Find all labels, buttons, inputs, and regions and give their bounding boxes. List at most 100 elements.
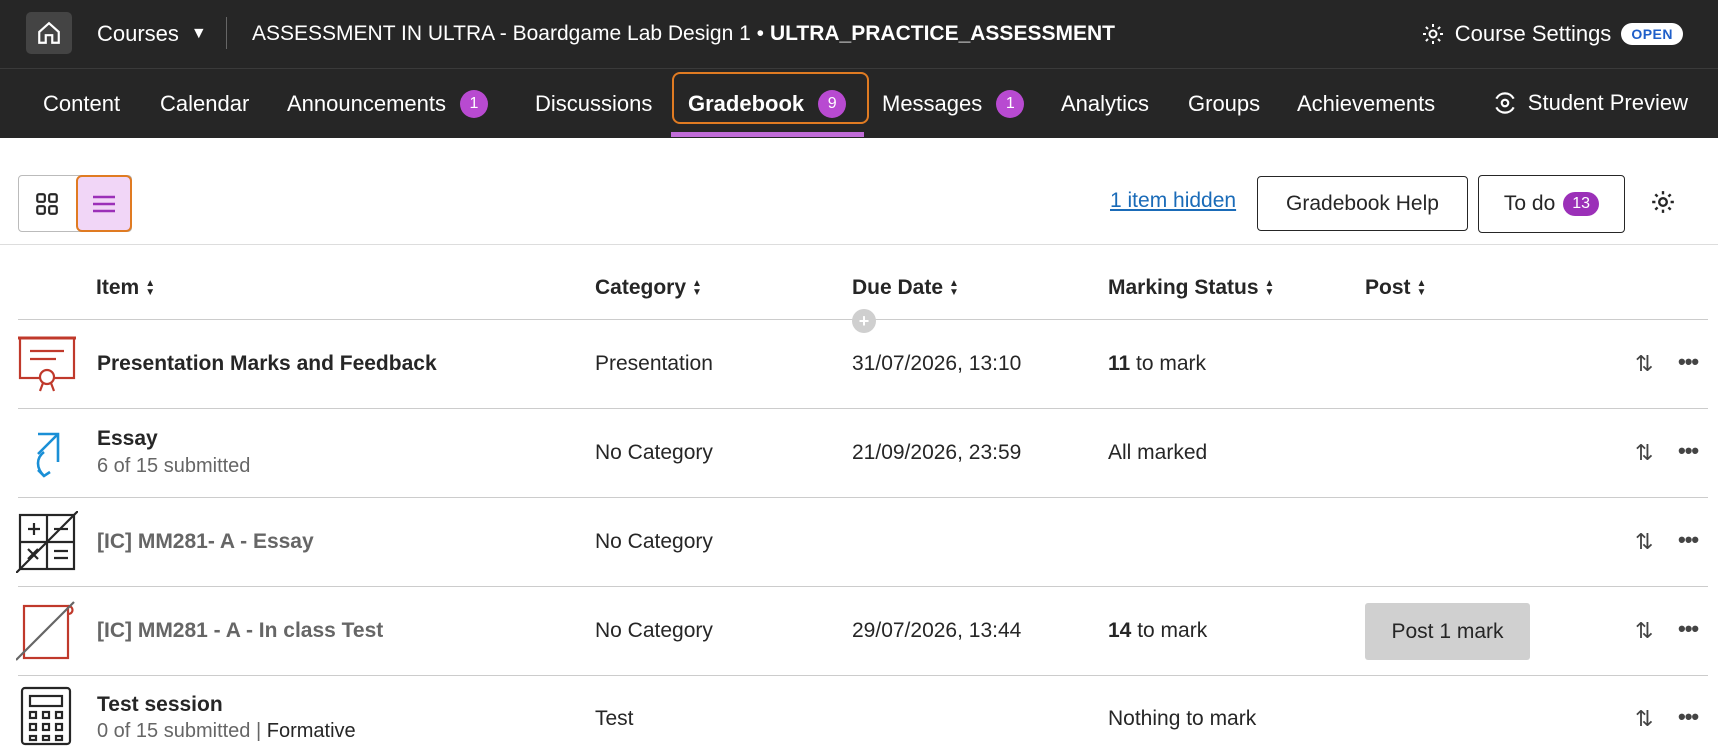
course-name: ASSESSMENT IN ULTRA - Boardgame Lab Desi… <box>252 22 764 45</box>
item-title[interactable]: [IC] MM281 - A - In class Test <box>97 619 383 643</box>
course-status-badge: OPEN <box>1621 23 1683 45</box>
grid-view-button[interactable] <box>20 177 74 230</box>
gradebook-help-button[interactable]: Gradebook Help <box>1257 176 1468 231</box>
item-category: No Category <box>595 441 713 464</box>
tab-label: Achievements <box>1297 91 1436 116</box>
announcements-count-badge: 1 <box>460 90 488 118</box>
sort-icon: ▲ ▼ <box>1416 278 1427 298</box>
reorder-icon[interactable]: ⇅ <box>1635 706 1653 732</box>
column-header-marking-status[interactable]: Marking Status ▲ ▼ <box>1108 276 1274 300</box>
header-label: Category <box>595 276 687 299</box>
post-marks-button[interactable]: Post 1 mark <box>1365 603 1530 660</box>
gradebook-settings-button[interactable] <box>1650 189 1676 220</box>
column-header-due-date[interactable]: Due Date ▲ ▼ <box>852 276 959 300</box>
sort-icon: ▲ ▼ <box>692 278 702 298</box>
grid-icon <box>36 192 58 215</box>
messages-count-badge: 1 <box>996 90 1025 118</box>
tab-label: Discussions <box>535 91 653 116</box>
calculation-icon <box>16 511 78 573</box>
separator: | <box>256 720 262 742</box>
divider <box>0 244 1718 245</box>
tab-calendar[interactable]: Calendar <box>160 69 249 139</box>
home-button[interactable] <box>26 12 72 54</box>
more-options-icon[interactable]: ••• <box>1678 438 1699 464</box>
submission-count: 0 of 15 submitted <box>97 720 251 742</box>
tab-analytics[interactable]: Analytics <box>1061 69 1149 139</box>
courses-menu[interactable]: Courses ▼ <box>97 0 207 68</box>
course-title: ASSESSMENT IN ULTRA - Boardgame Lab Desi… <box>252 0 1115 68</box>
tab-achievements[interactable]: Achievements <box>1297 69 1435 139</box>
table-row: [IC] MM281- A - Essay No Category ⇅ ••• <box>0 498 1718 587</box>
more-options-icon[interactable]: ••• <box>1678 527 1699 553</box>
column-header-category[interactable]: Category ▲ ▼ <box>595 276 702 300</box>
marking-status: All marked <box>1108 441 1208 464</box>
reorder-icon[interactable]: ⇅ <box>1635 618 1653 644</box>
tab-messages[interactable]: Messages 1 <box>882 69 1025 139</box>
item-category: Presentation <box>595 352 713 375</box>
presentation-icon <box>18 336 76 392</box>
gear-icon <box>1652 191 1674 213</box>
top-bar: Courses ▼ ASSESSMENT IN ULTRA - Boardgam… <box>0 0 1718 68</box>
table-row: [IC] MM281 - A - In class Test No Catego… <box>0 587 1718 676</box>
active-tab-underline <box>671 132 864 137</box>
tab-label: Announcements <box>287 91 446 116</box>
tab-label: Messages <box>882 91 983 116</box>
table-row: Test session 0 of 15 submitted | Formati… <box>0 676 1718 748</box>
course-id: ULTRA_PRACTICE_ASSESSMENT <box>769 22 1115 45</box>
reorder-icon[interactable]: ⇅ <box>1635 351 1653 377</box>
more-options-icon[interactable]: ••• <box>1678 704 1699 730</box>
tab-announcements[interactable]: Announcements 1 <box>287 69 488 139</box>
offline-item-icon <box>16 601 75 661</box>
more-options-icon[interactable]: ••• <box>1678 616 1699 642</box>
item-title[interactable]: [IC] MM281- A - Essay <box>97 530 314 554</box>
item-title[interactable]: Essay <box>97 427 158 451</box>
home-icon <box>38 21 60 44</box>
item-category: No Category <box>595 530 713 553</box>
todo-label: To do <box>1503 192 1556 215</box>
hidden-items-link[interactable]: 1 item hidden <box>1110 189 1236 213</box>
column-header-post[interactable]: Post ▲ ▼ <box>1365 276 1426 300</box>
preview-icon <box>1495 92 1515 114</box>
assignment-icon <box>36 432 60 478</box>
divider <box>226 17 227 49</box>
reorder-icon[interactable]: ⇅ <box>1635 529 1653 555</box>
header-label: Marking Status <box>1108 276 1259 299</box>
courses-label: Courses <box>97 21 179 46</box>
todo-button[interactable]: To do 13 <box>1478 175 1625 233</box>
item-title[interactable]: Presentation Marks and Feedback <box>97 352 437 376</box>
status-text: to mark <box>1131 619 1208 642</box>
list-view-button[interactable] <box>76 175 132 232</box>
marking-status[interactable]: 11 to mark <box>1108 352 1206 376</box>
gear-icon <box>1422 24 1443 44</box>
tab-label: Groups <box>1188 91 1261 116</box>
marking-status: Nothing to mark <box>1108 707 1257 730</box>
tab-content[interactable]: Content <box>43 69 120 139</box>
item-due-date: 21/09/2026, 23:59 <box>852 441 1022 464</box>
post-label: Post 1 mark <box>1391 619 1504 643</box>
sort-icon: ▲ ▼ <box>1264 278 1275 298</box>
list-icon <box>93 195 115 212</box>
tab-groups[interactable]: Groups <box>1188 69 1260 139</box>
todo-count-badge: 13 <box>1563 192 1600 216</box>
item-category: Test <box>595 707 634 730</box>
table-row: Essay 6 of 15 submitted No Category 21/0… <box>0 409 1718 498</box>
caret-down-icon: ▼ <box>190 25 207 42</box>
header-label: Due Date <box>852 276 944 299</box>
item-category: No Category <box>595 619 713 642</box>
marking-status[interactable]: 14 to mark <box>1108 619 1207 643</box>
header-label: Item <box>96 276 140 299</box>
to-mark-count: 11 <box>1108 352 1131 375</box>
table-row: Presentation Marks and Feedback Presenta… <box>0 320 1718 409</box>
more-options-icon[interactable]: ••• <box>1678 349 1699 375</box>
course-settings-button[interactable]: Course Settings OPEN <box>1421 0 1683 68</box>
tab-label: Analytics <box>1061 91 1150 116</box>
student-preview-button[interactable]: Student Preview <box>1492 68 1688 138</box>
item-due-date: 31/07/2026, 13:10 <box>852 352 1022 375</box>
item-title[interactable]: Test session <box>97 693 223 717</box>
tab-discussions[interactable]: Discussions <box>535 69 652 139</box>
help-label: Gradebook Help <box>1286 191 1439 215</box>
reorder-icon[interactable]: ⇅ <box>1635 440 1653 466</box>
column-header-item[interactable]: Item ▲ ▼ <box>96 276 155 300</box>
sort-icon: ▲ ▼ <box>949 278 959 298</box>
course-settings-label: Course Settings <box>1454 21 1612 46</box>
